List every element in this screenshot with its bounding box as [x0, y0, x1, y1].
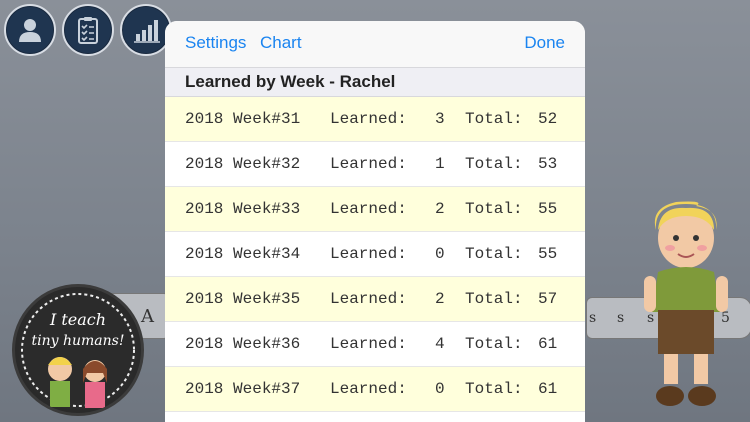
scroll-right-text-2: s [617, 310, 625, 326]
learned-value: 2 [435, 290, 445, 308]
top-toolbar [4, 4, 172, 56]
total-value: 52 [538, 110, 558, 128]
total-label: Total: [465, 290, 523, 308]
week-label: 2018 Week#37 [185, 380, 301, 398]
total-label: Total: [465, 200, 523, 218]
checklist-button[interactable] [62, 4, 114, 56]
total-label: Total: [465, 110, 523, 128]
learned-label: Learned: [330, 155, 407, 173]
user-icon [19, 19, 41, 42]
scroll-left-text: A [141, 306, 154, 327]
learned-value: 0 [435, 245, 445, 263]
week-label: 2018 Week#35 [185, 290, 301, 308]
week-row[interactable]: 2018 Week#32 Learned: 1 Total: 53 [165, 142, 585, 187]
done-button[interactable]: Done [524, 33, 565, 53]
settings-button[interactable]: Settings [185, 33, 246, 53]
learned-by-week-modal: Settings Chart Done Learned by Week - Ra… [165, 21, 585, 422]
scroll-right-text-1: s [589, 310, 597, 326]
week-row[interactable]: 2018 Week#36 Learned: 4 Total: 61 [165, 322, 585, 367]
learned-label: Learned: [330, 335, 407, 353]
week-label: 2018 Week#36 [185, 335, 301, 353]
brand-logo: I teach tiny humans! [12, 284, 144, 416]
week-row[interactable]: 2018 Week#33 Learned: 2 Total: 55 [165, 187, 585, 232]
total-value: 61 [538, 335, 558, 353]
learned-value: 2 [435, 200, 445, 218]
logo-text-line2: tiny humans! [32, 333, 125, 349]
learned-label: Learned: [330, 380, 407, 398]
learned-label: Learned: [330, 245, 407, 263]
learned-label: Learned: [330, 200, 407, 218]
total-value: 57 [538, 290, 558, 308]
modal-navbar: Settings Chart Done [165, 21, 585, 67]
profile-button[interactable] [4, 4, 56, 56]
total-value: 55 [538, 245, 558, 263]
total-value: 61 [538, 380, 558, 398]
learned-value: 3 [435, 110, 445, 128]
logo-text-line1: I teach [49, 310, 106, 329]
week-label: 2018 Week#33 [185, 200, 301, 218]
total-value: 55 [538, 200, 558, 218]
week-row[interactable]: 2018 Week#37 Learned: 0 Total: 61 [165, 367, 585, 412]
week-label: 2018 Week#34 [185, 245, 301, 263]
week-label: 2018 Week#31 [185, 110, 301, 128]
learned-value: 1 [435, 155, 445, 173]
total-label: Total: [465, 380, 523, 398]
week-row[interactable]: 2018 Week#34 Learned: 0 Total: 55 [165, 232, 585, 277]
total-label: Total: [465, 155, 523, 173]
total-label: Total: [465, 335, 523, 353]
learned-value: 0 [435, 380, 445, 398]
week-list: 2018 Week#31 Learned: 3 Total: 52 2018 Week#3… [165, 97, 585, 412]
learned-label: Learned: [330, 290, 407, 308]
clipboard-checklist-icon [78, 17, 98, 44]
week-label: 2018 Week#32 [185, 155, 301, 173]
section-title: Learned by Week - Rachel [165, 67, 585, 97]
learned-value: 4 [435, 335, 445, 353]
bar-chart-icon [134, 20, 160, 43]
chart-button[interactable]: Chart [260, 33, 302, 53]
total-value: 53 [538, 155, 558, 173]
week-row[interactable]: 2018 Week#35 Learned: 2 Total: 57 [165, 277, 585, 322]
kid-illustration [636, 200, 736, 410]
total-label: Total: [465, 245, 523, 263]
learned-label: Learned: [330, 110, 407, 128]
week-row[interactable]: 2018 Week#31 Learned: 3 Total: 52 [165, 97, 585, 142]
